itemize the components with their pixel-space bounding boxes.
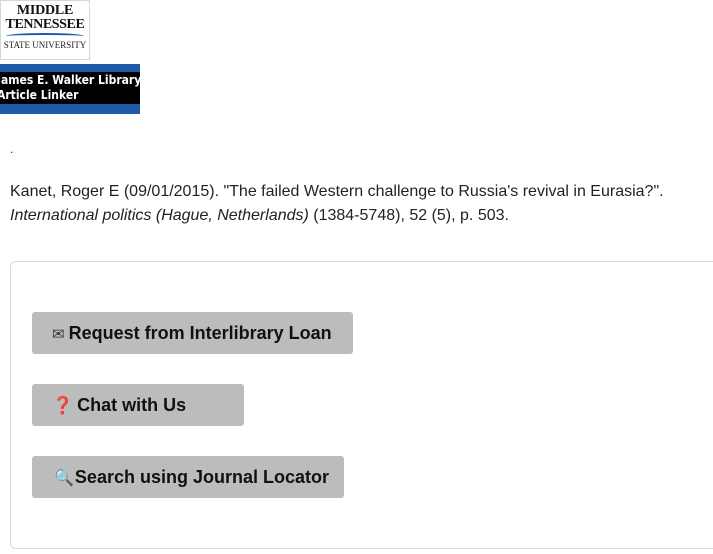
logo-swoosh	[6, 33, 84, 39]
citation-details: (1384-5748), 52 (5), p. 503.	[308, 207, 509, 224]
logo-line-state-university: STATE UNIVERSITY	[3, 40, 87, 50]
magnifier-icon: 🔍	[54, 470, 74, 487]
interlibrary-loan-label: Request from Interlibrary Loan	[68, 323, 332, 343]
logo-line-middle: MIDDLE	[16, 3, 74, 18]
envelope-icon: ✉	[52, 326, 65, 343]
actions-panel: ✉ Request from Interlibrary Loan ❓ Chat wi…	[10, 261, 713, 549]
separator-dot: .	[10, 142, 14, 156]
library-banner: James E. Walker Library Article Linker	[0, 64, 140, 114]
university-logo[interactable]: MIDDLE TENNESSEE STATE UNIVERSITY	[0, 0, 90, 60]
banner-library-name: James E. Walker Library	[0, 73, 140, 87]
banner-app-name: Article Linker	[0, 88, 79, 102]
question-icon: ❓	[52, 396, 74, 415]
journal-locator-button[interactable]: 🔍Search using Journal Locator	[32, 456, 344, 498]
citation-journal: International politics (Hague, Netherlan…	[10, 207, 309, 224]
chat-button[interactable]: ❓ Chat with Us	[32, 384, 244, 426]
journal-locator-label: Search using Journal Locator	[74, 467, 329, 487]
citation-main: Kanet, Roger E (09/01/2015). "The failed…	[10, 183, 664, 200]
logo-line-tennessee: TENNESSEE	[5, 17, 85, 32]
banner-text: James E. Walker Library Article Linker	[0, 72, 140, 104]
chat-label: Chat with Us	[77, 395, 187, 415]
interlibrary-loan-button[interactable]: ✉ Request from Interlibrary Loan	[32, 312, 353, 354]
citation: Kanet, Roger E (09/01/2015). "The failed…	[10, 180, 710, 228]
